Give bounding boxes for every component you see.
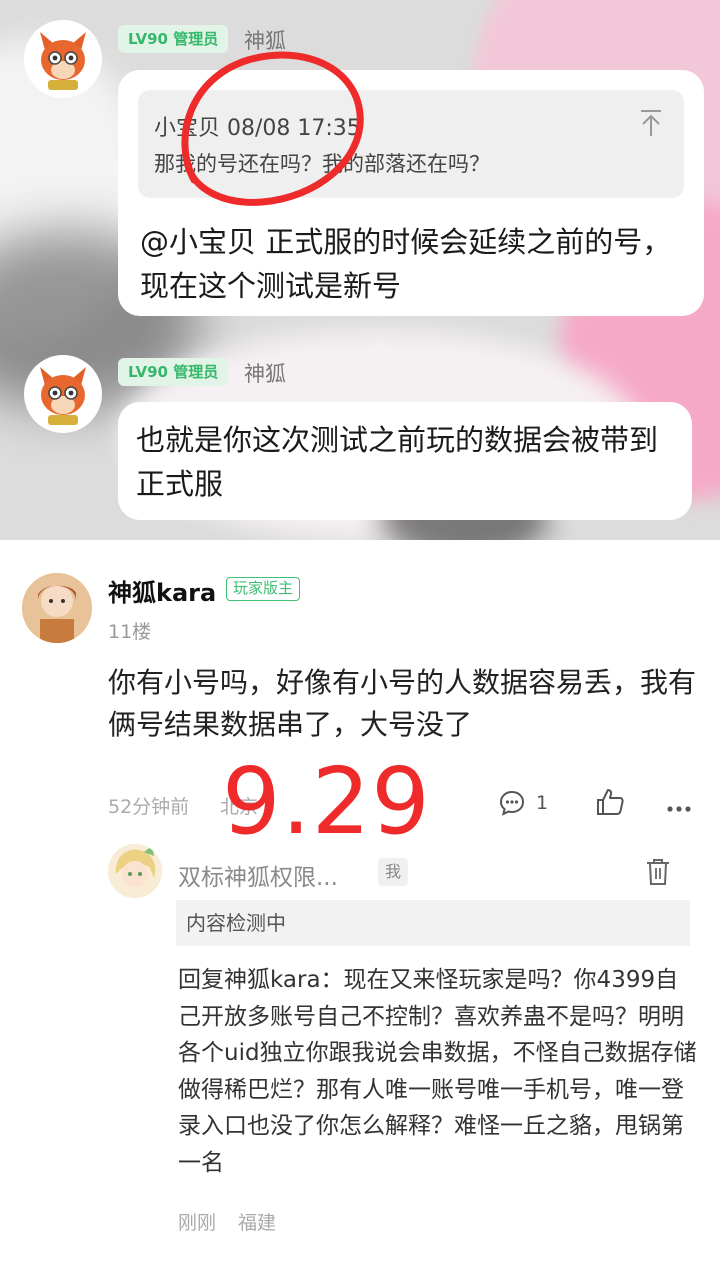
nickname[interactable]: 神狐 <box>244 358 286 388</box>
message-text: 也就是你这次测试之前玩的数据会被带到正式服 <box>136 423 659 501</box>
red-circle-annotation <box>181 51 364 206</box>
more-icon[interactable] <box>666 798 692 812</box>
scroll-to-top-icon[interactable] <box>638 108 664 138</box>
like-icon[interactable] <box>594 786 626 818</box>
comment-icon[interactable] <box>498 789 526 817</box>
level-badge: LV90 管理员 <box>118 358 229 386</box>
reply-count: 1 <box>536 792 549 814</box>
reply-author[interactable]: 双标神狐权限... <box>178 858 338 892</box>
fox-avatar[interactable] <box>24 355 102 433</box>
embedded-screenshot: LV90 管理员 神狐 小宝贝 08/08 17:35 那我的号还在吗？我的部落… <box>0 0 720 540</box>
avatar[interactable] <box>108 844 162 898</box>
author-tag: 玩家版主 <box>226 577 301 601</box>
comment-text: 你有小号吗，好像有小号的人数据容易丢，我有俩号结果数据串了，大号没了 <box>108 666 697 741</box>
delete-icon[interactable] <box>646 858 670 886</box>
avatar[interactable] <box>22 573 92 643</box>
comment-author[interactable]: 神狐kara <box>108 573 216 608</box>
reply-text: 回复神狐kara：现在又来怪玩家是吗？你4399自己开放多账号自己不控制？喜欢养… <box>178 967 697 1176</box>
me-tag: 我 <box>378 858 408 886</box>
message-text: @小宝贝 正式服的时候会延续之前的号，现在这个测试是新号 <box>140 225 672 303</box>
comment-time: 52分钟前 <box>108 796 190 818</box>
status-bar: 内容检测中 <box>176 900 690 946</box>
fox-avatar[interactable] <box>24 20 102 98</box>
reply-time: 刚刚 <box>178 1212 217 1234</box>
red-number-annotation: 9.29 <box>222 748 431 855</box>
reply-location: 福建 <box>238 1212 277 1234</box>
floor-number: 11楼 <box>108 621 152 643</box>
